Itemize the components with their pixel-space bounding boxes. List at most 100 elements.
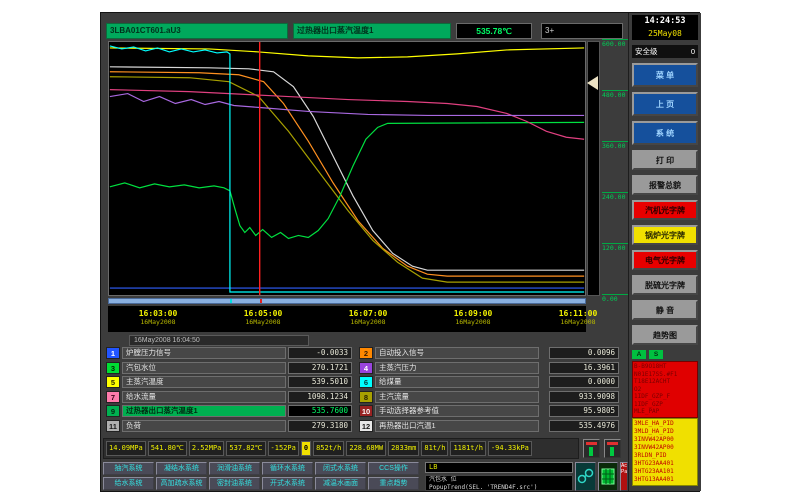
system-screen-button[interactable]: 循环水系统 [262, 462, 313, 475]
status-value: 541.80℃ [148, 441, 187, 456]
alarm-tag[interactable]: T18E12ACHT [634, 378, 696, 386]
grid-icon-button[interactable] [598, 462, 618, 491]
annunciator-button[interactable]: 锅炉光字牌 [632, 225, 698, 245]
legend-row-pen-6[interactable]: 6给煤量0.0000 [359, 376, 619, 388]
alarm-tag[interactable]: N01E17SS.#F1 [634, 371, 696, 379]
status-value: 2833mm [388, 441, 419, 456]
pen6-coal-flow-cyan [110, 46, 584, 292]
pen-value: 535.7600 [288, 405, 352, 417]
legend-row-pen-10[interactable]: 10手动选择器参考值95.9805 [359, 405, 619, 417]
tick-date-label: 16May2008 [433, 318, 513, 326]
time-axis-tick: 16:11:0016May2008 [538, 309, 618, 326]
alarm-list-warning: 3MLE_HA_PID3MLD_HA_PID3INVW42AP003INVW42… [632, 418, 698, 486]
alarm-list-tabs: AS [632, 350, 698, 359]
sidebar-button-趋势图[interactable]: 趋势图 [632, 325, 698, 345]
point-description-field[interactable]: 过热器出口蒸汽温度1 [293, 23, 451, 39]
system-screen-button[interactable]: CCS操作 [368, 462, 419, 475]
system-screen-button[interactable]: 高加疏水系统 [156, 477, 207, 490]
system-screen-button[interactable]: 润滑油系统 [209, 462, 260, 475]
legend-row-pen-7[interactable]: 7给水流量1098.1234 [106, 391, 366, 403]
sidebar-button-打印[interactable]: 打 印 [632, 150, 698, 170]
command-output-line1: 汽包水 位 [429, 476, 572, 484]
alarm-tag[interactable]: B-B9O18HT [634, 363, 696, 371]
sidebar-button-上页[interactable]: 上 页 [632, 92, 698, 116]
pen-description: 炉膛压力信号 [122, 347, 286, 359]
pen-selector-box[interactable]: 3+ [541, 23, 623, 39]
system-screen-button[interactable]: 凝结水系统 [156, 462, 207, 475]
legend-row-pen-5[interactable]: 5主蒸汽温度539.5010 [106, 376, 366, 388]
scale-tick-label: 240.00 [602, 192, 628, 201]
alarm-tag[interactable]: 3INVW42AP00 [634, 436, 696, 444]
link-icon-button[interactable] [575, 462, 596, 491]
system-screen-button[interactable]: 给水系统 [103, 477, 154, 490]
legend-row-pen-3[interactable]: 3汽包水位270.1721 [106, 362, 366, 374]
alarm-tab-S[interactable]: S [649, 350, 663, 359]
status-value: 0 [301, 441, 311, 456]
value-slider-track[interactable] [587, 41, 600, 296]
cursor-timestamp: 16May2008 16:04:50 [129, 335, 309, 346]
legend-row-pen-9[interactable]: 9过热器出口蒸汽温度1535.7600 [106, 405, 366, 417]
alarm-tag[interactable]: MLE_PAP [634, 408, 696, 416]
command-input[interactable]: LB [425, 462, 573, 473]
system-screen-button[interactable]: 减温水画面 [315, 477, 366, 490]
alarm-tag[interactable]: 3INVW42AP00 [634, 444, 696, 452]
pen-value: 933.9098 [549, 391, 619, 403]
legend-row-pen-11[interactable]: 11负荷279.3180 [106, 420, 366, 432]
system-screen-button[interactable]: 密封油系统 [209, 477, 260, 490]
sidebar-button-菜单[interactable]: 菜 单 [632, 63, 698, 87]
annunciator-button[interactable]: 脱硫光字牌 [632, 275, 698, 295]
alarm-tag[interactable]: O2 [634, 386, 696, 394]
panel-icon-button-1[interactable] [583, 439, 600, 458]
annunciator-button[interactable]: 电气光字牌 [632, 250, 698, 270]
pen-value: 539.5010 [288, 376, 352, 388]
point-tag-field[interactable]: 3LBA01CT601.aU3 [106, 23, 288, 39]
ack-panel-button[interactable]: Ack Panel [620, 462, 628, 491]
event-marker-tick[interactable] [230, 299, 232, 303]
system-screen-button[interactable]: 闭式水系统 [315, 462, 366, 475]
current-value-display: 535.78℃ [456, 23, 532, 39]
system-screen-button[interactable]: 开式水系统 [262, 477, 313, 490]
legend-row-pen-4[interactable]: 4主蒸汽压力16.3961 [359, 362, 619, 374]
legend-row-pen-8[interactable]: 8主汽流量933.9098 [359, 391, 619, 403]
alarm-tag[interactable]: 3MLD_HA_PID [634, 428, 696, 436]
grid-icon [599, 463, 617, 490]
pen-description: 主蒸汽压力 [375, 362, 539, 374]
alarm-tab-A[interactable]: A [632, 350, 646, 359]
scale-tick-label: 0.00 [602, 294, 628, 303]
tick-time-label: 16:11:00 [538, 309, 618, 318]
alarm-tag[interactable]: 3HTG23AA101 [634, 468, 696, 476]
alarm-tag[interactable]: 1IDF_GZP [634, 401, 696, 409]
trend-curves [109, 42, 585, 295]
tick-time-label: 16:07:00 [328, 309, 408, 318]
system-screen-button[interactable]: 重点趋势 [368, 477, 419, 490]
time-scrollbar[interactable] [108, 298, 586, 304]
panel-icon-button-2[interactable] [604, 439, 621, 458]
cursor-marker-tick[interactable] [260, 299, 262, 303]
time-axis-tick: 16:09:0016May2008 [433, 309, 513, 326]
clock: 14:24:53 [632, 15, 698, 28]
status-value: -94.33kPa [488, 441, 532, 456]
system-screen-button[interactable]: 抽汽系统 [103, 462, 154, 475]
pen-value: 1098.1234 [288, 391, 352, 403]
legend-row-pen-2[interactable]: 2自动投入信号0.0096 [359, 347, 619, 359]
alarm-tag[interactable]: 3MLE_HA_PID [634, 420, 696, 428]
sidebar-button-静音[interactable]: 静 音 [632, 300, 698, 320]
alarm-tag[interactable]: 3HTG23AA401 [634, 460, 696, 468]
pen-value: 279.3180 [288, 420, 352, 432]
legend-row-pen-1[interactable]: 1炉膛压力信号-0.0033 [106, 347, 366, 359]
tick-time-label: 16:09:00 [433, 309, 513, 318]
pen7-feedwater-pink [110, 90, 584, 140]
trend-plot[interactable] [108, 41, 586, 296]
red-bar-icon [607, 442, 618, 445]
pen-description: 汽包水位 [122, 362, 286, 374]
alarm-tag[interactable]: 3RLDN_PID [634, 452, 696, 460]
sidebar-button-系统[interactable]: 系 统 [632, 121, 698, 145]
legend-row-pen-12[interactable]: 12再热器出口汽温1535.4976 [359, 420, 619, 432]
alarm-tag[interactable]: 1IDF_GZP_F [634, 393, 696, 401]
annunciator-button[interactable]: 汽机光字牌 [632, 200, 698, 220]
alarm-tag[interactable]: 3HTG13AA401 [634, 476, 696, 484]
pen-number-swatch: 7 [106, 391, 120, 403]
status-value: 14.09MPa [106, 441, 146, 456]
sidebar-button-报警总貌[interactable]: 报警总貌 [632, 175, 698, 195]
slider-arrow-icon[interactable] [587, 76, 598, 90]
